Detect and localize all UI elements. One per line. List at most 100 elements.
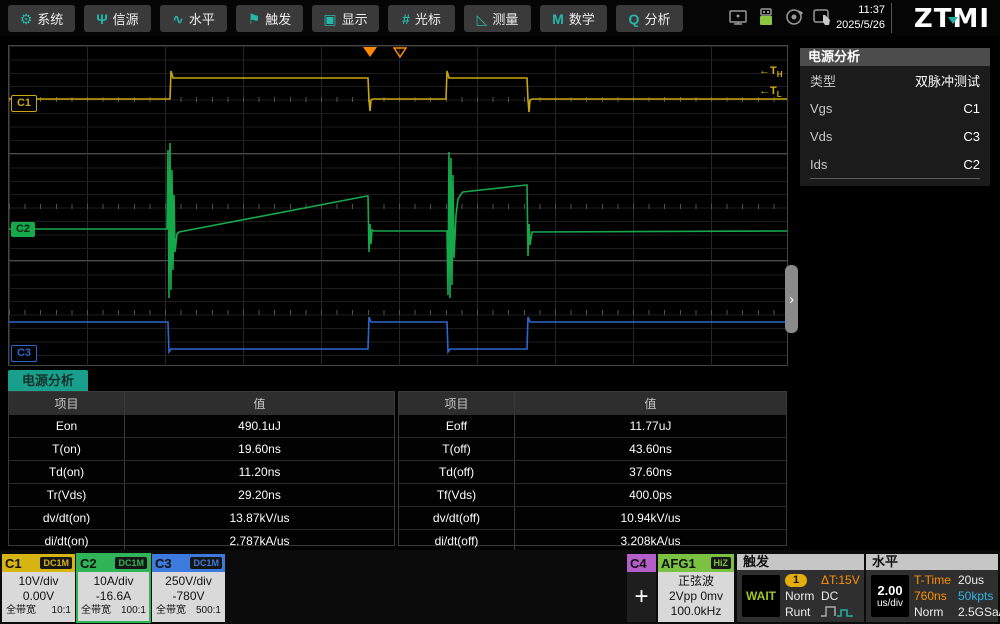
table-cell: 19.60ns — [125, 438, 394, 460]
scale-value: 10V/div — [2, 574, 75, 589]
table-cell: 10.94kV/us — [515, 507, 786, 529]
panel-row-label: 类型 — [810, 71, 836, 90]
panel-row-label: Ids — [810, 157, 827, 172]
channel-tile-c3[interactable]: C3 DC1M 250V/div -780V 全带宽500:1 — [152, 554, 225, 622]
horizontal-status-tile[interactable]: 水平 2.00 us/div T-Time 20us 760ns 50kpts … — [866, 554, 998, 622]
cursor-icon: # — [402, 12, 410, 26]
panel-row-类型[interactable]: 类型 双脉冲测试 — [800, 66, 990, 94]
trigger-level-high-label: ←TH — [759, 65, 783, 79]
trigger-level-low-label: ←TL — [759, 85, 782, 99]
toolbar-button-label: 数学 — [569, 9, 595, 28]
table-header-row: 项目值 — [9, 392, 394, 415]
panel-expand-handle[interactable]: › — [785, 265, 798, 333]
trigger-type: Runt — [785, 605, 821, 619]
table-row: T(off)43.60ns — [399, 438, 786, 461]
coupling-badge: DC1M — [115, 557, 147, 569]
table-cell: Td(off) — [399, 461, 515, 483]
table-cell: 11.20ns — [125, 461, 394, 483]
table-cell: 400.0ps — [515, 484, 786, 506]
table-cell: 11.77uJ — [515, 415, 786, 437]
delay-value: 760ns — [914, 589, 958, 603]
trace-c2 — [9, 143, 787, 298]
results-table-off: 项目值Eoff11.77uJT(off)43.60nsTd(off)37.60n… — [398, 391, 787, 546]
panel-rows: 类型 双脉冲测试 Vgs C1 VdsC3IdsC2 — [800, 66, 990, 178]
table-cell: dv/dt(on) — [9, 507, 125, 529]
toolbar-button-label: 测量 — [492, 9, 518, 28]
table-header-cell: 项目 — [9, 392, 125, 414]
trigger-coupling: DC — [821, 589, 862, 603]
toolbar-button-math[interactable]: M 数学 — [540, 5, 607, 32]
trace-c1 — [9, 71, 787, 112]
channel-label-c1[interactable]: C1 — [11, 95, 37, 112]
trace-c3 — [9, 317, 787, 352]
logo-triangle-icon — [948, 17, 958, 24]
scale-value: 10A/div — [77, 574, 150, 589]
table-row: Eoff11.77uJ — [399, 415, 786, 438]
acquisition-mode: Norm — [914, 605, 958, 619]
toolbar-button-label: 水平 — [189, 9, 215, 28]
trigger-position-marker-icon[interactable] — [393, 47, 407, 58]
panel-row-Vgs[interactable]: Vgs C1 — [800, 94, 990, 122]
afg-tile[interactable]: AFG1 HiZ 正弦波 2Vpp 0mv 100.0kHz — [658, 554, 734, 622]
add-channel-button[interactable]: + — [627, 572, 656, 622]
panel-row-label: Vgs — [810, 101, 832, 116]
panel-row-value: C1 — [963, 101, 980, 116]
power-analysis-panel: 电源分析 类型双脉冲测试VgsC1VdsC3IdsC2 — [800, 48, 990, 186]
panel-row-Vds[interactable]: VdsC3 — [800, 122, 990, 150]
clock: 11:37 2025/5/26 — [829, 3, 892, 33]
table-cell: 13.87kV/us — [125, 507, 394, 529]
waveform-traces — [9, 46, 787, 365]
table-cell: 37.60ns — [515, 461, 786, 483]
math-icon: M — [552, 12, 564, 26]
toolbar-button-trigger[interactable]: ⚑触发 — [236, 5, 303, 32]
measure-icon: ◺ — [477, 12, 488, 26]
channel-label-c2[interactable]: C2 — [11, 222, 35, 237]
toolbar-button-system[interactable]: ⚙系统 — [8, 5, 75, 32]
channel-tile-c4[interactable]: C4 + — [627, 554, 656, 622]
horizontal-icon: ∿ — [172, 12, 184, 26]
table-cell: T(on) — [9, 438, 125, 460]
toolbar-button-source[interactable]: Ψ信源 — [84, 5, 151, 32]
trigger-icon: ⚑ — [248, 12, 261, 26]
panel-divider — [810, 178, 980, 179]
touch-rotate-icon — [784, 7, 804, 27]
panel-row-Ids[interactable]: IdsC2 — [800, 150, 990, 178]
coupling-badge: DC1M — [190, 557, 222, 569]
toolbar-button-display[interactable]: ▣显示 — [312, 5, 379, 32]
table-row: dv/dt(on)13.87kV/us — [9, 507, 394, 530]
table-cell: Tf(Vds) — [399, 484, 515, 506]
toolbar-button-cursor[interactable]: #光标 — [388, 5, 455, 32]
afg-waveform: 正弦波 — [658, 574, 734, 589]
runt-pulse-icon — [821, 604, 862, 621]
channel-label-c3[interactable]: C3 — [11, 345, 37, 362]
panel-row-value: 双脉冲测试 — [915, 71, 980, 90]
table-cell: dv/dt(off) — [399, 507, 515, 529]
table-row: T(on)19.60ns — [9, 438, 394, 461]
toolbar-button-analysis[interactable]: Q分析 — [616, 5, 683, 32]
table-cell: T(off) — [399, 438, 515, 460]
table-cell: Tr(Vds) — [9, 484, 125, 506]
table-row: di/dt(on)2.787kA/us — [9, 530, 394, 552]
toolbar-button-measure[interactable]: ◺ 测量 — [464, 5, 531, 32]
results-table-on: 项目值Eon490.1uJT(on)19.60nsTd(on)11.20nsTr… — [8, 391, 395, 546]
waveform-grid: C1 C2 C3 ←TH ←TL — [8, 45, 788, 366]
table-header-cell: 值 — [125, 392, 394, 414]
sample-rate: 2.5GSa/s — [958, 605, 1000, 619]
channel-tile-c2[interactable]: C2 DC1M 10A/div -16.6A 全带宽100:1 — [77, 554, 150, 622]
oscilloscope-screen: ⚙系统 Ψ信源 ∿ 水平 ⚑触发 ▣显示 #光标 ◺ 测量 M 数学 Q分析 11:37 2025/5… — [0, 0, 1000, 624]
trigger-status-tile[interactable]: 触发 WAIT 1 ΔT:15V Norm DC Runt — [737, 554, 864, 622]
toolbar-button-label: 信源 — [113, 9, 139, 28]
toolbar-button-label: 显示 — [342, 9, 368, 28]
toolbar-button-horizontal[interactable]: ∿ 水平 — [160, 5, 227, 32]
t-time-label: T-Time — [914, 573, 958, 587]
channel-tile-c1[interactable]: C1 DC1M 10V/div 0.00V 全带宽10:1 — [2, 554, 75, 622]
table-cell: 29.20ns — [125, 484, 394, 506]
trigger-mode: Norm — [785, 589, 821, 603]
table-row: Eon490.1uJ — [9, 415, 394, 438]
table-row: Tr(Vds)29.20ns — [9, 484, 394, 507]
t-time-value: 20us — [958, 573, 1000, 587]
horizontal-delay-marker-icon[interactable] — [363, 47, 377, 57]
table-cell: Eoff — [399, 415, 515, 437]
tab-power-analysis[interactable]: 电源分析 — [8, 370, 88, 391]
timebase-box: 2.00 us/div — [871, 575, 909, 617]
